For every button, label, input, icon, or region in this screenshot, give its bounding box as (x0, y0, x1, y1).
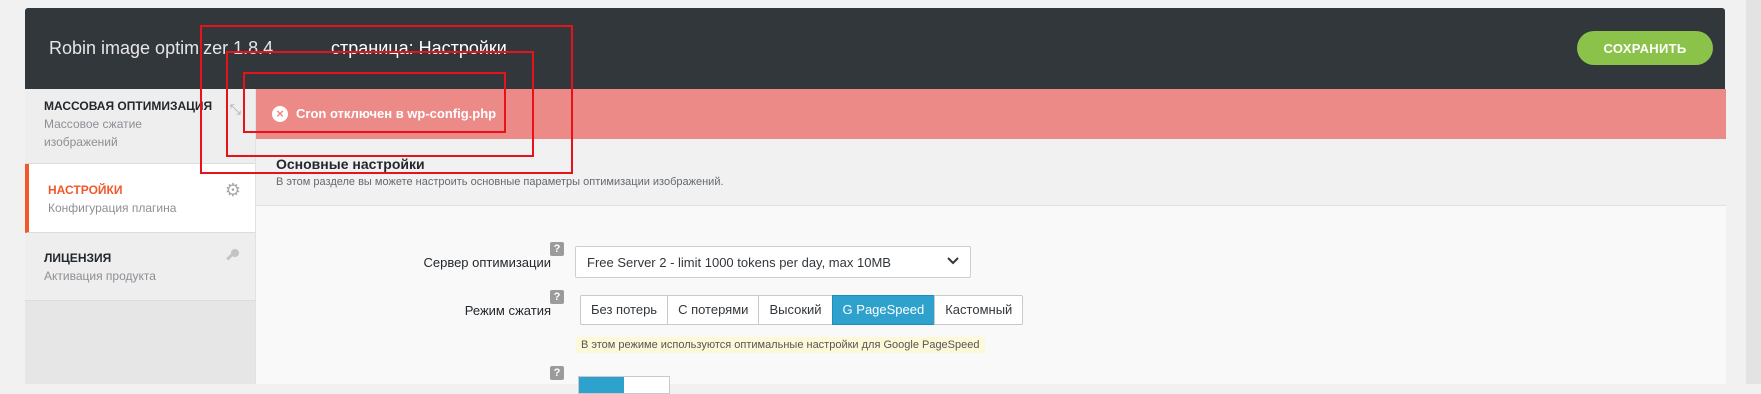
window-scrollbar[interactable] (1746, 0, 1761, 384)
gear-icon: ⚙ (224, 180, 241, 200)
sidebar-item-label: ЛИЦЕНЗИЯ (44, 251, 112, 265)
sidebar-item-sub: Конфигурация плагина (48, 201, 177, 215)
server-label: Сервер оптимизации (423, 255, 551, 270)
server-select-value: Free Server 2 - limit 1000 tokens per da… (587, 255, 891, 270)
mode-lossless-button[interactable]: Без потерь (580, 295, 669, 325)
server-select[interactable]: Free Server 2 - limit 1000 tokens per da… (575, 246, 971, 278)
sidebar-item-sub: Активация продукта (44, 269, 156, 283)
plugin-header: Robin image optimizer 1.8.4 страница: На… (25, 8, 1725, 89)
help-icon[interactable]: ? (550, 242, 564, 256)
sidebar-item-label: МАССОВАЯ ОПТИМИЗАЦИЯ (44, 99, 213, 113)
error-alert: × Cron отключен в wp-config.php (256, 89, 1726, 139)
option-toggle[interactable] (578, 376, 670, 394)
page-title: страница: Настройки (331, 38, 507, 58)
mode-gpagespeed-button[interactable]: G PageSpeed (831, 295, 936, 325)
compress-icon: ⤡ (229, 101, 241, 117)
app-title: Robin image optimizer 1.8.4 (49, 38, 274, 58)
section-description: В этом разделе вы можете настроить основ… (276, 176, 724, 188)
compression-mode-group: Без потерь С потерями Высокий G PageSpee… (580, 295, 1024, 325)
main-content: × Cron отключен в wp-config.php Основные… (255, 89, 1726, 394)
mode-custom-button[interactable]: Кастомный (934, 295, 1024, 325)
sidebar: МАССОВАЯ ОПТИМИЗАЦИЯ Массовое сжатие изо… (25, 89, 255, 384)
mode-lossy-button[interactable]: С потерями (667, 295, 760, 325)
error-circle-icon: × (272, 106, 288, 122)
sidebar-item-license[interactable]: ЛИЦЕНЗИЯ Активация продукта (25, 233, 255, 301)
sidebar-item-sub: Массовое сжатие изображений (44, 117, 142, 149)
key-icon (223, 247, 241, 270)
chevron-down-icon (947, 257, 959, 265)
sidebar-item-label: НАСТРОЙКИ (48, 183, 123, 197)
section-title: Основные настройки (276, 156, 425, 172)
mode-hint: В этом режиме используются оптимальные н… (576, 337, 985, 353)
alert-text: Cron отключен в wp-config.php (296, 106, 497, 121)
help-icon[interactable]: ? (550, 366, 564, 380)
save-button[interactable]: СОХРАНИТЬ (1577, 31, 1713, 65)
sidebar-item-bulk-optimization[interactable]: МАССОВАЯ ОПТИМИЗАЦИЯ Массовое сжатие изо… (25, 89, 255, 164)
mode-high-button[interactable]: Высокий (758, 295, 833, 325)
compression-label: Режим сжатия (464, 303, 551, 318)
help-icon[interactable]: ? (550, 290, 564, 304)
section-header: Основные настройки В этом разделе вы мож… (256, 139, 1726, 206)
sidebar-item-settings[interactable]: НАСТРОЙКИ Конфигурация плагина ⚙ (25, 164, 255, 233)
